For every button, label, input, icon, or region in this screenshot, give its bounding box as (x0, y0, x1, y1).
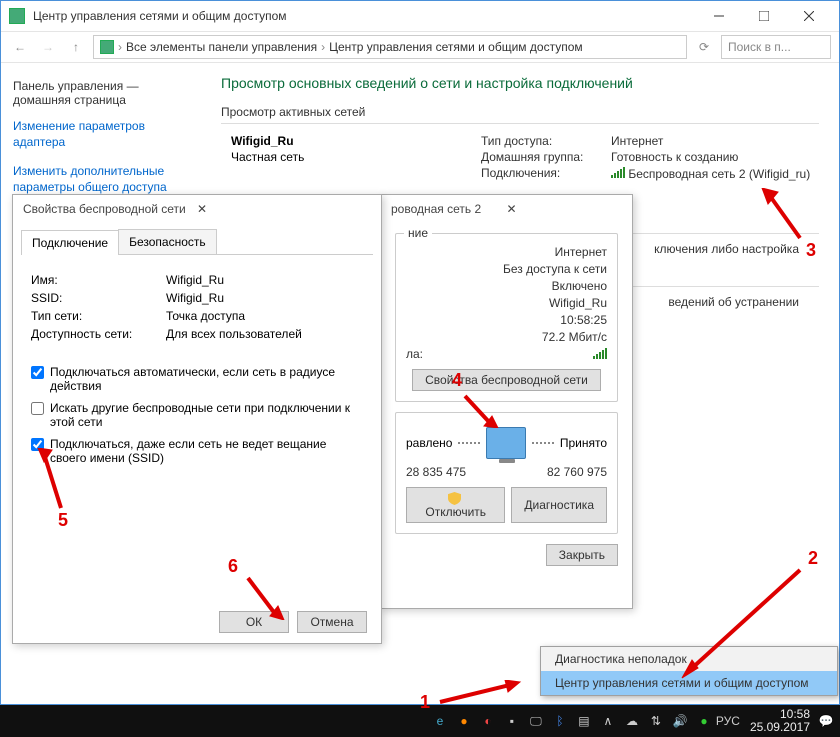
back-button[interactable]: ← (9, 36, 31, 58)
ssid-value: Wifigid_Ru (166, 291, 224, 305)
nettype-value: Точка доступа (166, 309, 245, 323)
search-other-checkbox[interactable]: Искать другие беспроводные сети при подк… (31, 401, 363, 429)
close-button[interactable] (786, 1, 831, 31)
tab-connection[interactable]: Подключение (21, 230, 119, 255)
refresh-button[interactable]: ⟳ (693, 36, 715, 58)
name-label: Имя: (31, 273, 166, 287)
maximize-button[interactable] (741, 1, 786, 31)
active-networks-header: Просмотр активных сетей (221, 105, 365, 119)
breadcrumb[interactable]: › Все элементы панели управления › Центр… (93, 35, 687, 59)
ipv6-value: Без доступа к сети (503, 262, 607, 276)
sent-label: равлено (406, 436, 452, 450)
nettype-label: Тип сети: (31, 309, 166, 323)
control-panel-icon (9, 8, 25, 24)
status-titlebar: роводная сеть 2 ✕ (381, 195, 632, 223)
skype-icon[interactable]: ● (696, 713, 712, 729)
avail-label: Доступность сети: (31, 327, 166, 341)
homegroup-label: Домашняя группа: (481, 150, 611, 164)
main-titlebar: Центр управления сетями и общим доступом (1, 1, 839, 31)
wireless-properties-button[interactable]: Свойства беспроводной сети (412, 369, 601, 391)
avail-value: Для всех пользователей (166, 327, 302, 341)
breadcrumb-root[interactable]: Все элементы панели управления (126, 40, 317, 54)
connection-group-label: ние (404, 226, 432, 240)
bytes-sent: 28 835 475 (406, 465, 466, 479)
firefox-icon[interactable]: ● (456, 713, 472, 729)
sidebar-link-adapter[interactable]: Изменение параметров адаптера (13, 119, 189, 150)
sidebar-link-sharing[interactable]: Изменить дополнительные параметры общего… (13, 164, 189, 195)
up-button[interactable]: ↑ (65, 36, 87, 58)
sidebar-header: Панель управления — домашняя страница (13, 79, 189, 107)
minimize-button[interactable] (696, 1, 741, 31)
signal-bars-icon (593, 347, 607, 359)
volume-icon[interactable]: 🔊 (672, 713, 688, 729)
ssid-value: Wifigid_Ru (549, 296, 607, 310)
onedrive-icon[interactable]: ☁ (624, 713, 640, 729)
props-title: Свойства беспроводной сети (23, 202, 197, 216)
disable-button[interactable]: Отключить (406, 487, 505, 523)
cancel-button[interactable]: Отмена (297, 611, 367, 633)
close-icon[interactable]: ✕ (507, 202, 623, 216)
monitor-icon[interactable]: 🖵 (528, 713, 544, 729)
control-panel-icon (100, 40, 114, 54)
activity-icon (486, 427, 526, 459)
connections-label: Подключения: (481, 166, 611, 181)
breadcrumb-leaf[interactable]: Центр управления сетями и общим доступом (329, 40, 583, 54)
forward-button[interactable]: → (37, 36, 59, 58)
tab-security[interactable]: Безопасность (118, 229, 217, 254)
page-title: Просмотр основных сведений о сети и наст… (221, 75, 819, 91)
ssid-label: SSID: (31, 291, 166, 305)
menu-diagnostics[interactable]: Диагностика неполадок (541, 647, 837, 671)
props-titlebar: Свойства беспроводной сети ✕ (13, 195, 381, 223)
close-icon[interactable]: ✕ (197, 202, 371, 216)
diagnostics-button[interactable]: Диагностика (511, 487, 607, 523)
taskbar: e ● ◐ ▪ 🖵 ᛒ ▤ ∧ ☁ ⇅ 🔊 ● РУС 10:5825.09.2… (0, 705, 840, 737)
access-value: Интернет (611, 134, 663, 148)
bluetooth-icon[interactable]: ᛒ (552, 713, 568, 729)
clock[interactable]: 10:5825.09.2017 (750, 708, 810, 734)
language-indicator[interactable]: РУС (720, 713, 736, 729)
hidden-ssid-checkbox[interactable]: Подключаться, даже если сеть не ведет ве… (31, 437, 363, 465)
network-name: Wifigid_Ru (231, 134, 441, 148)
ipv4-value: Интернет (555, 245, 607, 259)
wifi-icon[interactable]: ⇅ (648, 713, 664, 729)
search-input[interactable]: Поиск в п... (721, 35, 831, 59)
bytes-recv: 82 760 975 (547, 465, 607, 479)
auto-connect-checkbox[interactable]: Подключаться автоматически, если сеть в … (31, 365, 363, 393)
tray-icon[interactable]: ▪ (504, 713, 520, 729)
tray-context-menu: Диагностика неполадок Центр управления с… (540, 646, 838, 696)
homegroup-link[interactable]: Готовность к созданию (611, 150, 738, 164)
status-title: роводная сеть 2 (391, 202, 507, 216)
ok-button[interactable]: ОК (219, 611, 289, 633)
chevron-up-icon[interactable]: ∧ (600, 713, 616, 729)
media-state: Включено (552, 279, 607, 293)
notifications-icon[interactable]: 💬 (818, 713, 834, 729)
access-label: Тип доступа: (481, 134, 611, 148)
chrome-icon[interactable]: ◐ (480, 713, 496, 729)
edge-icon[interactable]: e (432, 713, 448, 729)
close-status-button[interactable]: Закрыть (546, 544, 618, 566)
network-type: Частная сеть (231, 150, 441, 164)
duration-value: 10:58:25 (560, 313, 607, 327)
window-title: Центр управления сетями и общим доступом (33, 9, 696, 23)
signal-icon (611, 166, 625, 178)
recv-label: Принято (560, 436, 607, 450)
connection-link[interactable]: Беспроводная сеть 2 (Wifigid_ru) (611, 166, 810, 181)
menu-network-center[interactable]: Центр управления сетями и общим доступом (541, 671, 837, 695)
signal-label: ла: (406, 347, 423, 361)
speed-value: 72.2 Мбит/с (542, 330, 607, 344)
name-value: Wifigid_Ru (166, 273, 224, 287)
tray-icon[interactable]: ▤ (576, 713, 592, 729)
